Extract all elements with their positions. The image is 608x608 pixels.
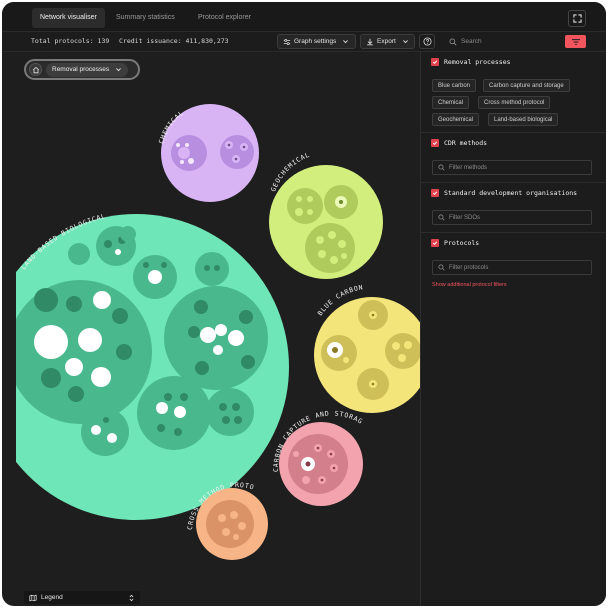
- check-icon: [432, 191, 438, 196]
- removal-process-control: Removal processes: [24, 59, 140, 80]
- filter-toggle-button[interactable]: [565, 35, 586, 48]
- search-icon: [438, 264, 445, 271]
- stats-toolbar: Total protocols: 139 Credit issuance: 41…: [2, 32, 606, 52]
- export-button[interactable]: Export: [360, 34, 415, 49]
- filter-protocols-placeholder: Filter protocols: [449, 264, 489, 271]
- graph-settings-label: Graph settings: [294, 38, 337, 45]
- removal-processes-checkbox[interactable]: [431, 58, 439, 66]
- check-icon: [432, 241, 438, 246]
- search-box[interactable]: Search: [449, 34, 559, 49]
- cluster-geochemical[interactable]: GEOCHEMICAL: [269, 151, 383, 279]
- app-window: Network visualiser Summary statistics Pr…: [2, 2, 606, 606]
- home-button[interactable]: [29, 63, 42, 76]
- cluster-blue-carbon[interactable]: BLUE CARBON: [314, 283, 420, 413]
- chevron-up-down-icon: [129, 594, 134, 601]
- section-divider: [421, 132, 606, 133]
- top-tab-bar: Network visualiser Summary statistics Pr…: [2, 2, 606, 32]
- chip-land-based-biological[interactable]: Land-based biological: [488, 113, 559, 126]
- filter-sdos-placeholder: Filter SDOs: [449, 214, 481, 221]
- chevron-down-icon: [116, 68, 121, 72]
- cdr-methods-title: CDR methods: [444, 139, 488, 147]
- chip-chemical[interactable]: Chemical: [432, 96, 470, 109]
- legend-toggle[interactable]: Legend: [24, 591, 140, 604]
- graph-settings-button[interactable]: Graph settings: [277, 34, 356, 49]
- protocols-checkbox[interactable]: [431, 239, 439, 247]
- removal-processes-header[interactable]: Removal processes: [431, 58, 511, 66]
- chip-cross-method-protocol[interactable]: Cross method protocol: [478, 96, 551, 109]
- search-icon: [438, 164, 445, 171]
- download-icon: [367, 38, 373, 45]
- total-protocols-stat: Total protocols: 139: [31, 37, 110, 45]
- bubble-chart[interactable]: CHEMICAL GEOCHEMICAL LAND-BASED BIOLOGIC…: [16, 52, 420, 606]
- filter-sdos-input[interactable]: Filter SDOs: [432, 210, 592, 225]
- chevron-down-icon: [343, 40, 349, 44]
- search-icon: [438, 214, 445, 221]
- sliders-icon: [283, 38, 291, 45]
- sdo-header[interactable]: Standard development organisations: [431, 189, 577, 197]
- fullscreen-button[interactable]: [568, 10, 586, 27]
- check-icon: [432, 141, 438, 146]
- section-divider: [421, 232, 606, 233]
- help-button[interactable]: [419, 34, 435, 49]
- tab-protocol-explorer[interactable]: Protocol explorer: [190, 8, 259, 28]
- search-placeholder: Search: [461, 38, 482, 45]
- map-icon: [29, 594, 37, 601]
- protocols-title: Protocols: [444, 239, 480, 247]
- removal-processes-dropdown-label: Removal processes: [52, 66, 110, 73]
- protocols-header[interactable]: Protocols: [431, 239, 479, 247]
- sdo-checkbox[interactable]: [431, 189, 439, 197]
- help-icon: [422, 37, 432, 46]
- chip-carbon-capture-and-storage[interactable]: Carbon capture and storage: [483, 79, 570, 92]
- chevron-down-icon: [402, 40, 408, 44]
- check-icon: [432, 60, 438, 65]
- home-icon: [32, 66, 39, 73]
- sdo-title: Standard development organisations: [444, 189, 578, 197]
- section-divider: [421, 182, 606, 183]
- removal-processes-title: Removal processes: [444, 58, 511, 66]
- chip-blue-carbon[interactable]: Blue carbon: [432, 79, 477, 92]
- credit-issuance-stat: Credit issuance: 411,830,273: [119, 37, 229, 45]
- removal-processes-dropdown[interactable]: Removal processes: [46, 62, 129, 77]
- cluster-chemical[interactable]: CHEMICAL: [157, 104, 259, 202]
- tab-summary-statistics[interactable]: Summary statistics: [108, 8, 183, 28]
- filter-methods-input[interactable]: Filter methods: [432, 160, 592, 175]
- filter-sidebar: Removal processes Blue carbon Carbon cap…: [420, 52, 606, 606]
- cdr-methods-header[interactable]: CDR methods: [431, 139, 487, 147]
- tab-network-visualiser[interactable]: Network visualiser: [32, 8, 105, 28]
- export-label: Export: [377, 38, 396, 45]
- filter-methods-placeholder: Filter methods: [449, 164, 488, 171]
- legend-label: Legend: [41, 594, 63, 601]
- cluster-land-based-biological[interactable]: LAND-BASED BIOLOGICAL: [16, 212, 289, 520]
- fullscreen-icon: [572, 14, 582, 23]
- network-canvas[interactable]: CHEMICAL GEOCHEMICAL LAND-BASED BIOLOGIC…: [16, 52, 420, 606]
- show-additional-filters-link[interactable]: Show additional protocol filters: [432, 282, 507, 288]
- filter-icon: [571, 38, 580, 45]
- cdr-methods-checkbox[interactable]: [431, 139, 439, 147]
- filter-protocols-input[interactable]: Filter protocols: [432, 260, 592, 275]
- search-icon: [449, 38, 457, 45]
- chip-geochemical[interactable]: Geochemical: [432, 113, 480, 126]
